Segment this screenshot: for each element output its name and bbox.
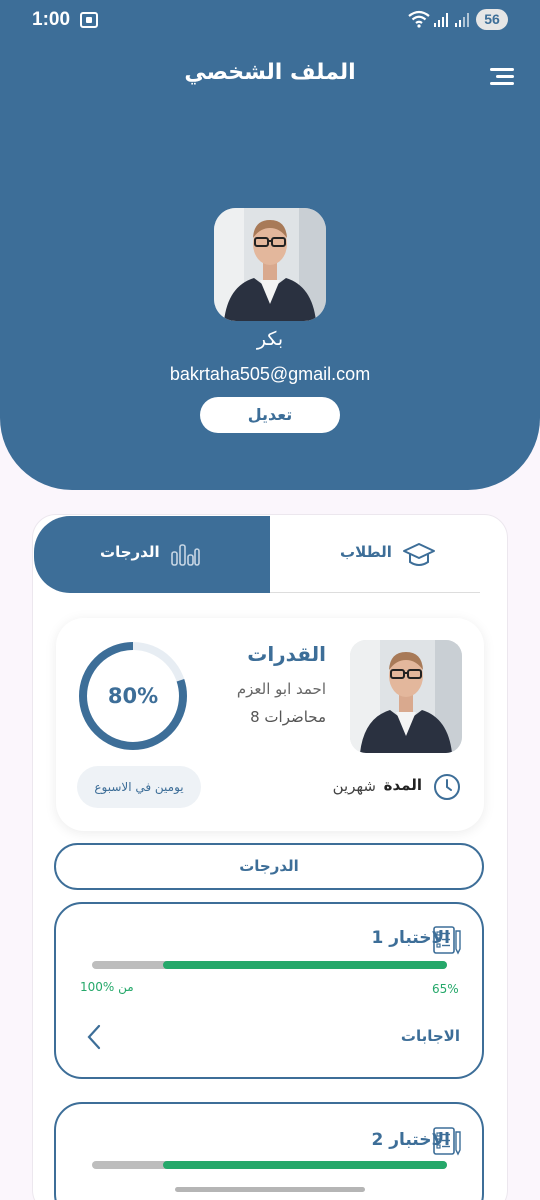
test-progress-bar-1 <box>92 961 447 969</box>
duration-value: شهرين <box>332 777 376 795</box>
course-title: القدرات <box>247 642 326 666</box>
bar-chart-icon <box>171 544 200 566</box>
page-title: الملف الشخصي <box>184 60 356 85</box>
course-thumbnail <box>350 640 462 753</box>
tab-students[interactable]: الطلاب <box>270 516 480 593</box>
menu-icon[interactable] <box>488 66 514 88</box>
tab-grades-label: الدرجات <box>100 543 160 561</box>
clock-icon <box>434 774 460 800</box>
profile-email: bakrtaha505@gmail.com <box>169 364 371 384</box>
course-lectures: 8 محاضرات <box>250 708 326 726</box>
home-indicator[interactable] <box>175 1187 365 1192</box>
test-document-icon <box>433 1127 461 1156</box>
chevron-left-icon[interactable] <box>86 1024 102 1050</box>
test-progress-fill-1 <box>163 961 447 969</box>
progress-percent: 80% <box>107 684 159 708</box>
test-progress-fill-2 <box>163 1161 447 1169</box>
graduation-cap-icon <box>403 543 435 566</box>
edit-profile-button[interactable]: تعديل <box>200 397 340 433</box>
tab-students-label: الطلاب <box>340 543 392 561</box>
wifi-icon <box>408 10 430 28</box>
duration-label: المدة <box>383 776 422 794</box>
profile-avatar[interactable] <box>214 208 326 321</box>
status-time: 1:00 <box>32 9 71 30</box>
signal-icon-2 <box>455 13 469 27</box>
test-progress-bar-2 <box>92 1161 447 1169</box>
grades-button[interactable]: الدرجات <box>54 843 484 890</box>
status-bar: 1:00 56 <box>0 0 540 40</box>
tab-grades[interactable]: الدرجات <box>34 516 270 593</box>
test-card-2[interactable] <box>54 1102 484 1200</box>
screen-record-icon <box>80 12 98 28</box>
test-score-1: 65% <box>432 982 459 996</box>
battery-indicator: 56 <box>476 9 508 30</box>
answers-label-1: الاجابات <box>400 1027 460 1045</box>
test-document-icon <box>433 926 461 955</box>
course-teacher: احمد ابو العزم <box>236 680 326 698</box>
tab-bar: الدرجات الطلاب <box>34 516 480 593</box>
profile-name: بكر <box>256 328 284 350</box>
frequency-chip: يومين في الاسبوع <box>77 766 201 808</box>
signal-icon <box>434 13 448 27</box>
test-total-1: 100% من <box>80 980 134 994</box>
